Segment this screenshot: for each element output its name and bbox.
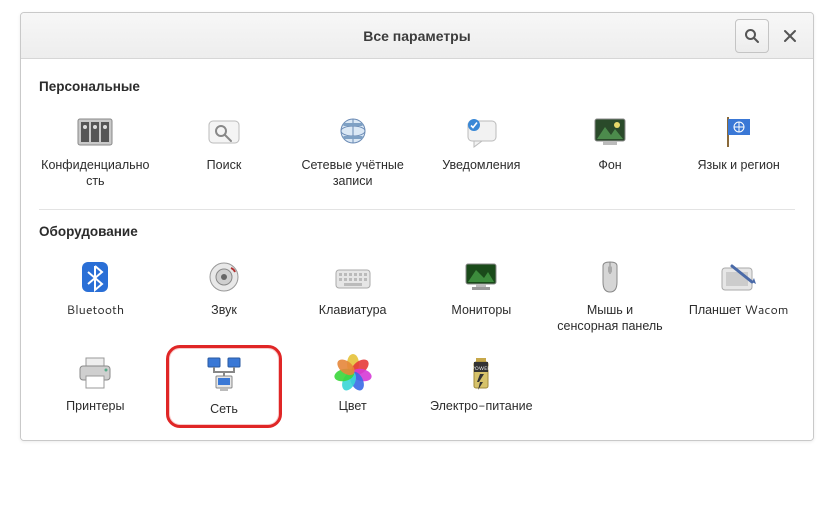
search-button[interactable]	[735, 19, 769, 53]
empty-cell	[674, 345, 803, 429]
keyboard-icon	[331, 255, 375, 299]
item-color[interactable]: Цвет	[288, 345, 417, 429]
color-label: Цвет	[339, 399, 367, 415]
item-background[interactable]: Фон	[546, 104, 675, 199]
region-icon	[717, 110, 761, 154]
sound-icon	[202, 255, 246, 299]
item-sound[interactable]: Звук	[160, 249, 289, 344]
section-hardware-header: Оборудование	[21, 214, 813, 245]
item-displays[interactable]: Мониторы	[417, 249, 546, 344]
online-accounts-label: Сетевые учётные записи	[298, 158, 408, 189]
svg-text:POWER: POWER	[472, 365, 492, 372]
background-label: Фон	[598, 158, 621, 174]
item-bluetooth[interactable]: Bluetooth	[31, 249, 160, 344]
item-power[interactable]: POWER Электро-питание	[417, 345, 546, 429]
online-accounts-icon	[331, 110, 375, 154]
privacy-label: Конфиденциальность	[40, 158, 150, 189]
network-icon	[202, 354, 246, 398]
section-separator	[39, 209, 795, 210]
mouse-icon	[588, 255, 632, 299]
item-mouse[interactable]: Мышь и сенсорная панель	[546, 249, 675, 344]
settings-window: Все параметры Персональные Конфиденциаль…	[20, 12, 814, 441]
sound-label: Звук	[211, 303, 237, 319]
titlebar: Все параметры	[21, 13, 813, 59]
hardware-grid: Bluetooth Звук Клавиатура Мониторы	[21, 245, 813, 428]
item-online-accounts[interactable]: Сетевые учётные записи	[288, 104, 417, 199]
item-wacom[interactable]: Планшет Wacom	[674, 249, 803, 344]
power-icon: POWER	[459, 351, 503, 395]
region-label: Язык и регион	[697, 158, 779, 174]
printers-label: Принтеры	[66, 399, 124, 415]
window-title: Все параметры	[363, 26, 470, 46]
item-region[interactable]: Язык и регион	[674, 104, 803, 199]
bluetooth-icon	[73, 255, 117, 299]
item-printers[interactable]: Принтеры	[31, 345, 160, 429]
item-keyboard[interactable]: Клавиатура	[288, 249, 417, 344]
wacom-icon	[717, 255, 761, 299]
privacy-icon	[73, 110, 117, 154]
empty-cell	[546, 345, 675, 429]
titlebar-right	[735, 19, 807, 53]
item-network[interactable]: Сеть	[166, 345, 283, 429]
content-area: Персональные Конфиденциальность Поиск Се…	[21, 59, 813, 440]
bluetooth-label: Bluetooth	[67, 303, 125, 319]
search-panel-icon	[202, 110, 246, 154]
printers-icon	[73, 351, 117, 395]
displays-icon	[459, 255, 503, 299]
color-icon	[331, 351, 375, 395]
item-privacy[interactable]: Конфиденциальность	[31, 104, 160, 199]
personal-grid: Конфиденциальность Поиск Сетевые учётные…	[21, 100, 813, 199]
network-label: Сеть	[210, 402, 238, 418]
close-button[interactable]	[773, 19, 807, 53]
keyboard-label: Клавиатура	[319, 303, 387, 319]
displays-label: Мониторы	[451, 303, 511, 319]
wacom-label: Планшет Wacom	[689, 303, 789, 319]
notifications-label: Уведомления	[442, 158, 520, 174]
item-search[interactable]: Поиск	[160, 104, 289, 199]
power-label: Электро-питание	[430, 399, 533, 415]
notifications-icon	[459, 110, 503, 154]
mouse-label: Мышь и сенсорная панель	[555, 303, 665, 334]
close-icon	[783, 29, 797, 43]
search-icon	[744, 28, 760, 44]
background-icon	[588, 110, 632, 154]
search-label: Поиск	[207, 158, 242, 174]
section-personal-header: Персональные	[21, 69, 813, 100]
item-notifications[interactable]: Уведомления	[417, 104, 546, 199]
